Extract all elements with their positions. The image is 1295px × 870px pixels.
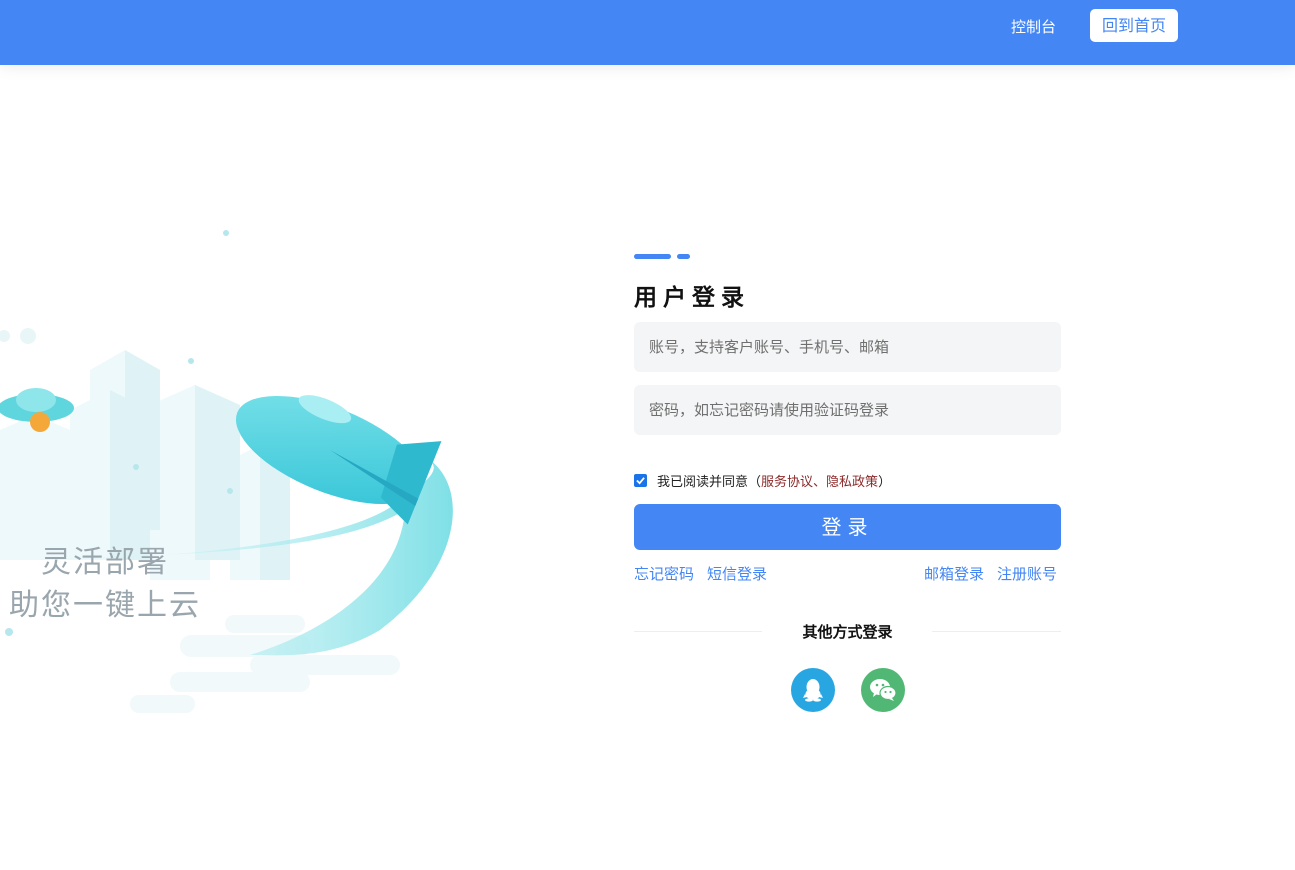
agree-suffix: ）: [878, 474, 892, 490]
account-input[interactable]: [634, 322, 1061, 372]
divider-right: [932, 631, 1061, 632]
agree-checkbox[interactable]: [634, 473, 647, 487]
sms-login-link[interactable]: 短信登录: [707, 563, 767, 584]
login-links: 忘记密码 短信登录 邮箱登录 注册账号: [634, 563, 1061, 583]
qq-icon: [803, 679, 823, 702]
service-agreement-link[interactable]: 服务协议: [761, 471, 813, 490]
back-home-button[interactable]: 回到首页: [1090, 9, 1178, 42]
top-navbar: 控制台 回到首页: [0, 0, 1295, 65]
login-button[interactable]: 登录: [634, 504, 1061, 550]
slogan-line-2: 助您一键上云: [9, 588, 201, 623]
privacy-policy-link[interactable]: 隐私政策: [826, 471, 878, 490]
cloud-rocket-illustration: [0, 230, 453, 713]
checkmark-icon: [636, 476, 645, 485]
agreement-row: 我已阅读并同意（ 服务协议 、 隐私政策 ）: [634, 471, 892, 490]
slogan-line-1: 灵活部署: [41, 545, 169, 580]
wechat-login-button[interactable]: [861, 668, 905, 712]
agree-prefix: 我已阅读并同意（: [657, 474, 762, 490]
qq-login-button[interactable]: [791, 668, 835, 712]
console-link[interactable]: 控制台: [1011, 17, 1056, 37]
agree-separator: 、: [813, 474, 827, 490]
password-input[interactable]: [634, 385, 1061, 435]
wechat-icon: [870, 679, 897, 701]
login-title: 用户登录: [634, 285, 750, 311]
email-login-link[interactable]: 邮箱登录: [924, 563, 984, 584]
forgot-password-link[interactable]: 忘记密码: [634, 563, 694, 584]
register-link[interactable]: 注册账号: [997, 563, 1057, 584]
